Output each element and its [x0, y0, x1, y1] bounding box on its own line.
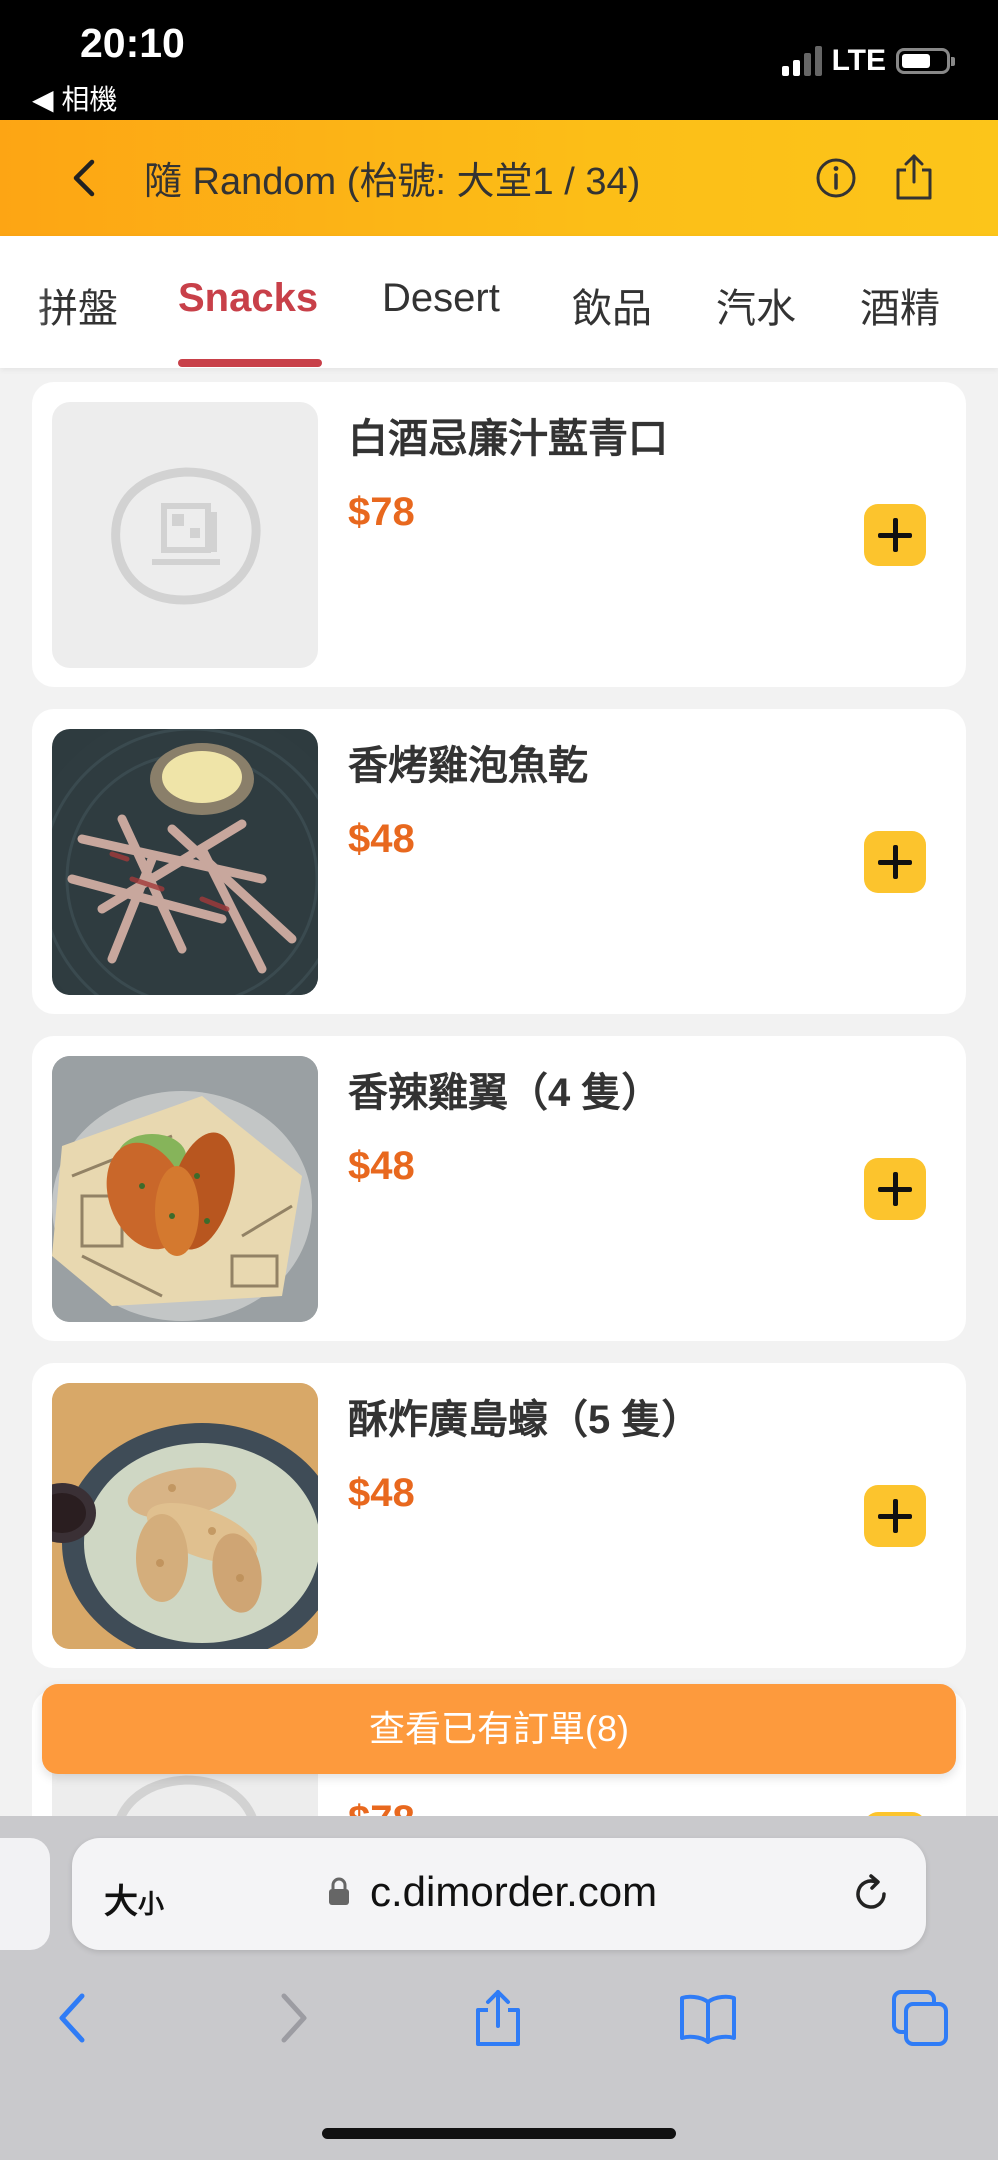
item-price: $78 [348, 1798, 415, 1816]
browser-share-icon[interactable] [468, 1988, 528, 2048]
share-icon[interactable] [892, 152, 936, 202]
tab-snacks[interactable]: Snacks [178, 276, 318, 321]
add-item-button[interactable] [864, 1158, 926, 1220]
item-name: 白酒忌廉汁藍青口 [348, 417, 668, 461]
network-label: LTE [831, 44, 886, 77]
add-item-button[interactable] [864, 1485, 926, 1547]
status-indicators: LTE [781, 44, 955, 78]
tabs-icon[interactable] [890, 1988, 950, 2048]
menu-item-card[interactable]: 香烤雞泡魚乾 $48 [32, 709, 966, 1014]
back-to-app-link[interactable]: ◀ 相機 [32, 78, 117, 118]
restaurant-logo-icon [111, 467, 261, 605]
item-image-fried-oysters [52, 1383, 318, 1649]
item-name: 酥炸廣島蠔（5 隻） [348, 1398, 702, 1442]
add-item-button[interactable] [864, 504, 926, 566]
item-price: $78 [348, 490, 415, 534]
item-price: $48 [348, 817, 415, 861]
item-price: $48 [348, 1471, 415, 1515]
category-tabs: 拼盤 Snacks Desert 飲品 汽水 酒精 [0, 236, 998, 368]
menu-item-card[interactable]: 白酒忌廉汁藍青口 $78 [32, 382, 966, 687]
item-name: 香烤雞泡魚乾 [348, 744, 588, 788]
item-price: $48 [348, 1144, 415, 1188]
info-icon[interactable] [814, 156, 858, 200]
item-image-chicken-wings [52, 1056, 318, 1322]
status-time: 20:10 [80, 20, 185, 66]
lock-icon [329, 1877, 349, 1905]
app-header: 隨 Random (枱號: 大堂1 / 34) [0, 120, 998, 236]
signal-icon [781, 46, 822, 76]
menu-list: 白酒忌廉汁藍青口 $78 香烤雞泡魚乾 $48 香辣雞翼（4 隻） $48 酥炸… [0, 368, 998, 1816]
url-text: c.dimorder.com [370, 1868, 658, 1915]
view-orders-button[interactable]: 查看已有訂單(8) [42, 1684, 956, 1774]
tab-drinks[interactable]: 飲品 [572, 276, 652, 334]
previous-tab-bar[interactable] [0, 1838, 50, 1950]
tab-alcohol[interactable]: 酒精 [860, 276, 940, 334]
tab-platter[interactable]: 拼盤 [38, 276, 118, 334]
tab-desert[interactable]: Desert [382, 276, 500, 321]
browser-back-icon[interactable] [44, 1988, 104, 2048]
item-name: 香辣雞翼（4 隻） [348, 1071, 662, 1115]
bookmarks-icon[interactable] [678, 1988, 738, 2048]
menu-item-card[interactable]: 酥炸廣島蠔（5 隻） $48 [32, 1363, 966, 1668]
add-item-button[interactable] [864, 831, 926, 893]
home-indicator [322, 2128, 676, 2139]
browser-toolbar: 大小 c.dimorder.com [0, 1816, 998, 2160]
item-image-placeholder [52, 402, 318, 668]
menu-item-card[interactable]: 香辣雞翼（4 隻） $48 [32, 1036, 966, 1341]
reload-icon[interactable] [850, 1872, 894, 1916]
browser-forward-icon[interactable] [262, 1988, 322, 2048]
text-size-button[interactable]: 大小 [104, 1874, 164, 1923]
page-title: 隨 Random (枱號: 大堂1 / 34) [144, 161, 641, 203]
active-tab-indicator [178, 359, 322, 367]
status-bar: 20:10 ◀ 相機 LTE [0, 0, 998, 120]
battery-icon [896, 48, 955, 74]
back-arrow-icon[interactable] [64, 156, 108, 200]
address-bar[interactable]: 大小 c.dimorder.com [72, 1838, 926, 1950]
item-image-dried-fish [52, 729, 318, 995]
tab-soda[interactable]: 汽水 [716, 276, 796, 334]
